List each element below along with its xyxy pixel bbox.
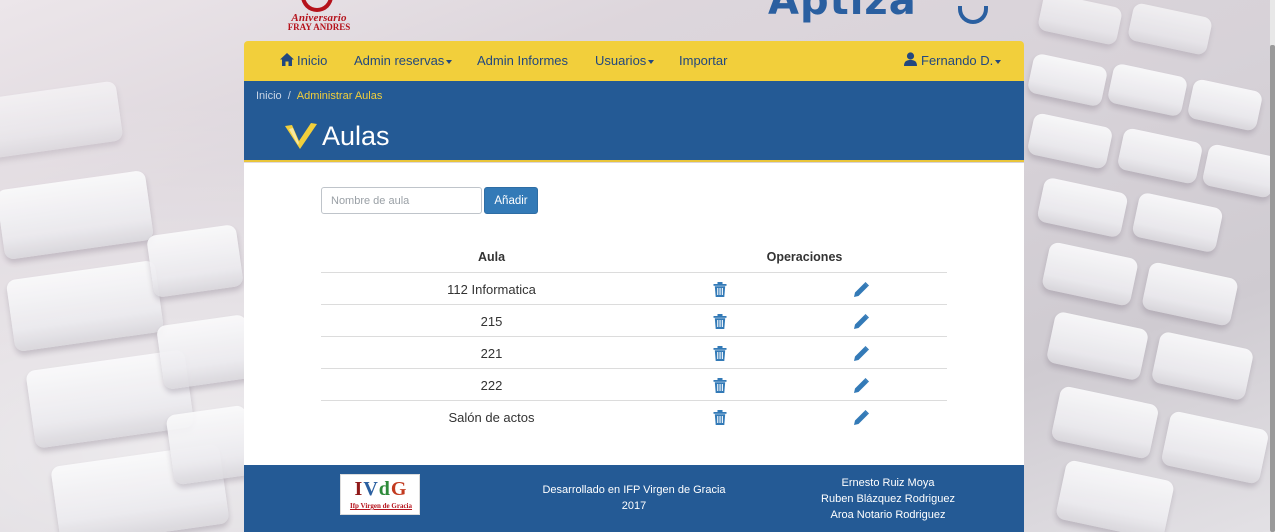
nav-importar[interactable]: Importar: [679, 41, 727, 81]
pencil-icon[interactable]: [854, 410, 869, 425]
column-header-aula: Aula: [477, 250, 506, 264]
nav-home-label: Inicio: [297, 53, 328, 68]
ivdg-logo-text: IVdG: [354, 478, 408, 500]
breadcrumb-separator: /: [287, 90, 291, 102]
breadcrumb: Inicio / Administrar Aulas: [256, 90, 382, 102]
nav-home[interactable]: Inicio: [280, 41, 327, 81]
classroom-name: Salón de actos: [448, 410, 535, 425]
page-header: Inicio / Administrar Aulas Aulas: [244, 81, 1024, 162]
caret-down-icon: [995, 59, 1002, 64]
footer-author: Ernesto Ruiz Moya: [841, 477, 935, 489]
classroom-name: 112 Informatica: [447, 282, 536, 297]
page-title-text: Aulas: [322, 121, 390, 151]
footer-author: Aroa Notario Rodriguez: [830, 509, 946, 521]
pencil-icon[interactable]: [854, 378, 869, 393]
nav-admin-informes-label: Admin Informes: [477, 53, 569, 68]
footer-credits: Desarrollado en IFP Virgen de Gracia 201…: [534, 482, 734, 514]
breadcrumb-current: Administrar Aulas: [296, 90, 383, 102]
page-container: Aniversario FRAY ANDRES Aptiza Inicio Ad…: [244, 0, 1024, 532]
nav-admin-reservas-label: Admin reservas: [354, 53, 445, 68]
logo-fray-andres-text: FRAY ANDRES: [287, 22, 351, 32]
main-navbar: Inicio Admin reservas Admin Informes Usu…: [244, 41, 1024, 81]
footer-developed-text: Desarrollado en IFP Virgen de Gracia: [542, 484, 726, 496]
user-icon: [904, 42, 917, 66]
nav-usuarios[interactable]: Usuarios: [595, 41, 655, 81]
trash-icon[interactable]: [713, 346, 727, 361]
aniversario-logo: Aniversario FRAY ANDRES: [279, 0, 359, 36]
nav-importar-label: Importar: [679, 53, 728, 68]
nav-admin-informes[interactable]: Admin Informes: [477, 41, 568, 81]
trash-icon[interactable]: [713, 314, 727, 329]
table-row: 222: [321, 369, 947, 401]
classroom-name: 215: [480, 314, 503, 329]
home-icon: [280, 42, 294, 66]
ivdg-logo-subtitle: Ifp Virgen de Gracia: [349, 502, 413, 510]
classroom-name-input[interactable]: [321, 187, 482, 214]
footer-year: 2017: [621, 500, 647, 512]
caret-down-icon: [446, 59, 453, 64]
page-footer: IVdG Ifp Virgen de Gracia Desarrollado e…: [244, 465, 1024, 532]
trash-icon[interactable]: [713, 282, 727, 297]
trash-icon[interactable]: [713, 378, 727, 393]
nav-usuarios-label: Usuarios: [595, 53, 647, 68]
ivdg-logo: IVdG Ifp Virgen de Gracia: [340, 474, 420, 515]
column-header-operaciones: Operaciones: [766, 250, 843, 264]
trash-icon[interactable]: [713, 410, 727, 425]
classroom-name: 222: [480, 378, 503, 393]
footer-authors: Ernesto Ruiz Moya Ruben Blázquez Rodrigu…: [804, 475, 972, 523]
table-row: Salón de actos: [321, 401, 947, 433]
classroom-name: 221: [480, 346, 503, 361]
aptiza-check-icon: [284, 123, 318, 151]
footer-author: Ruben Blázquez Rodriguez: [821, 493, 955, 505]
add-classroom-button[interactable]: Añadir: [484, 187, 538, 214]
caret-down-icon: [648, 59, 655, 64]
nav-user-menu[interactable]: Fernando D.: [904, 41, 1002, 81]
pencil-icon[interactable]: [854, 314, 869, 329]
nav-user-label: Fernando D.: [921, 53, 994, 68]
aptiza-logo-text: Aptiza: [768, 0, 917, 24]
scrollbar-thumb[interactable]: [1270, 45, 1275, 532]
pencil-icon[interactable]: [854, 346, 869, 361]
content-panel: Añadir Aula Operaciones 112 Informatica …: [244, 163, 1024, 465]
page-scrollbar[interactable]: [1270, 0, 1275, 532]
table-row: 221: [321, 337, 947, 369]
aptiza-logo: Aptiza: [768, 0, 988, 24]
table-row: 112 Informatica: [321, 273, 947, 305]
nav-admin-reservas[interactable]: Admin reservas: [354, 41, 453, 81]
table-row: 215: [321, 305, 947, 337]
breadcrumb-home-link[interactable]: Inicio: [256, 90, 282, 102]
pencil-icon[interactable]: [854, 282, 869, 297]
